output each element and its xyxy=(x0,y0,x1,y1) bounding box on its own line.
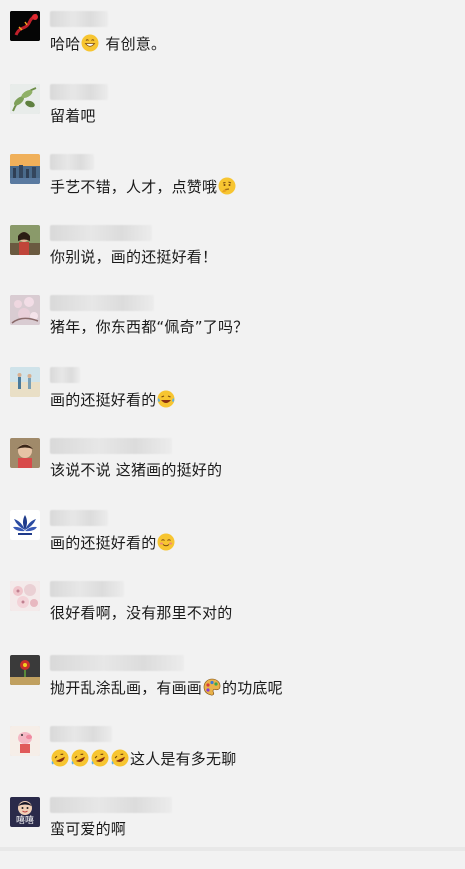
comment-text-part: 蛮可爱的啊 xyxy=(50,820,127,838)
username-blurred[interactable] xyxy=(50,726,112,742)
comment-item: 你别说，画的还挺好看！ xyxy=(0,225,465,297)
comment-text-part: 画的还挺好看的 xyxy=(50,534,157,552)
username-blurred[interactable] xyxy=(50,225,152,241)
lotus-avatar-icon[interactable] xyxy=(10,510,40,540)
comment-text-part: 有创意。 xyxy=(100,35,167,53)
comment-item: 留着吧 xyxy=(0,84,465,156)
comment-item: 手艺不错，人才，点赞哦 xyxy=(0,154,465,226)
comment-item: 画的还挺好看的 xyxy=(0,367,465,439)
comment-item: 嘻嘻 蛮可爱的啊 xyxy=(0,797,465,869)
username-blurred[interactable] xyxy=(50,295,154,311)
comment-text: 这人是有多无聊 xyxy=(50,749,236,768)
comment-text: 蛮可爱的啊 xyxy=(50,820,126,838)
flower-dark-avatar-icon[interactable] xyxy=(10,655,40,685)
rofl-emoji-icon xyxy=(51,749,69,767)
laughing-tears-emoji-icon xyxy=(157,390,175,408)
plant-avatar-icon[interactable] xyxy=(10,84,40,114)
grin-emoji-icon xyxy=(81,34,99,52)
comment-item: 画的还挺好看的 xyxy=(0,510,465,582)
comment-list: 哈哈 有创意。 留着吧 手艺不错，人才，点赞哦 你别说，画的还挺好看！ 猪年，你… xyxy=(0,0,465,851)
pig-cartoon-avatar-icon[interactable] xyxy=(10,726,40,756)
comment-text: 留着吧 xyxy=(50,107,96,125)
comment-text-part: 留着吧 xyxy=(50,107,96,125)
comment-text: 画的还挺好看的 xyxy=(50,390,176,409)
bottom-divider xyxy=(0,847,465,851)
username-blurred[interactable] xyxy=(50,797,172,813)
comment-text: 抛开乱涂乱画，有画画 的功底呢 xyxy=(50,678,283,697)
comment-text: 猪年，你东西都“佩奇”了吗？ xyxy=(50,318,248,336)
comment-text-part: 很好看啊，没有那里不对的 xyxy=(50,604,233,622)
rofl-emoji-icon xyxy=(91,749,109,767)
comment-text: 哈哈 有创意。 xyxy=(50,34,166,53)
username-blurred[interactable] xyxy=(50,367,80,383)
username-blurred[interactable] xyxy=(50,581,124,597)
username-blurred[interactable] xyxy=(50,84,108,100)
comment-text-part: 你别说，画的还挺好看！ xyxy=(50,248,218,266)
comment-item: 哈哈 有创意。 xyxy=(0,11,465,83)
comment-text-part: 哈哈 xyxy=(50,35,81,53)
dragon-avatar-icon[interactable] xyxy=(10,11,40,41)
comment-text-part: 该说不说 这猪画的挺好的 xyxy=(50,461,223,479)
comment-text-part: 猪年，你东西都“佩奇”了吗？ xyxy=(50,318,249,336)
woman-outdoor-avatar-icon[interactable] xyxy=(10,225,40,255)
palette-emoji-icon xyxy=(203,678,221,696)
comment-text: 你别说，画的还挺好看！ xyxy=(50,248,217,266)
comment-text-part: 抛开乱涂乱画，有画画 xyxy=(50,679,203,697)
beach-avatar-icon[interactable] xyxy=(10,367,40,397)
comment-item: 这人是有多无聊 xyxy=(0,726,465,798)
username-blurred[interactable] xyxy=(50,510,108,526)
comment-text: 该说不说 这猪画的挺好的 xyxy=(50,461,222,479)
blush-emoji-icon xyxy=(157,533,175,551)
comment-item: 该说不说 这猪画的挺好的 xyxy=(0,438,465,510)
comment-item: 猪年，你东西都“佩奇”了吗？ xyxy=(0,295,465,367)
comment-text-part: 手艺不错，人才，点赞哦 xyxy=(50,178,218,196)
city-sunset-avatar-icon[interactable] xyxy=(10,154,40,184)
comment-text-part: 画的还挺好看的 xyxy=(50,391,157,409)
username-blurred[interactable] xyxy=(50,655,184,671)
thinking-emoji-icon xyxy=(218,177,236,195)
flowers-avatar-icon[interactable] xyxy=(10,581,40,611)
comment-item: 很好看啊，没有那里不对的 xyxy=(0,581,465,653)
comment-text: 很好看啊，没有那里不对的 xyxy=(50,604,232,622)
rofl-emoji-icon xyxy=(71,749,89,767)
boy-cartoon-avatar-icon[interactable]: 嘻嘻 xyxy=(10,797,40,827)
comment-item: 抛开乱涂乱画，有画画 的功底呢 xyxy=(0,655,465,727)
child-avatar-icon[interactable] xyxy=(10,438,40,468)
username-blurred[interactable] xyxy=(50,154,94,170)
username-blurred[interactable] xyxy=(50,11,108,27)
blossom-avatar-icon[interactable] xyxy=(10,295,40,325)
comment-text-part: 的功底呢 xyxy=(222,679,283,697)
avatar-label: 嘻嘻 xyxy=(15,816,34,826)
username-blurred[interactable] xyxy=(50,438,172,454)
rofl-emoji-icon xyxy=(111,749,129,767)
comment-text: 画的还挺好看的 xyxy=(50,533,176,552)
comment-text: 手艺不错，人才，点赞哦 xyxy=(50,177,237,196)
comment-text-part: 这人是有多无聊 xyxy=(130,750,237,768)
